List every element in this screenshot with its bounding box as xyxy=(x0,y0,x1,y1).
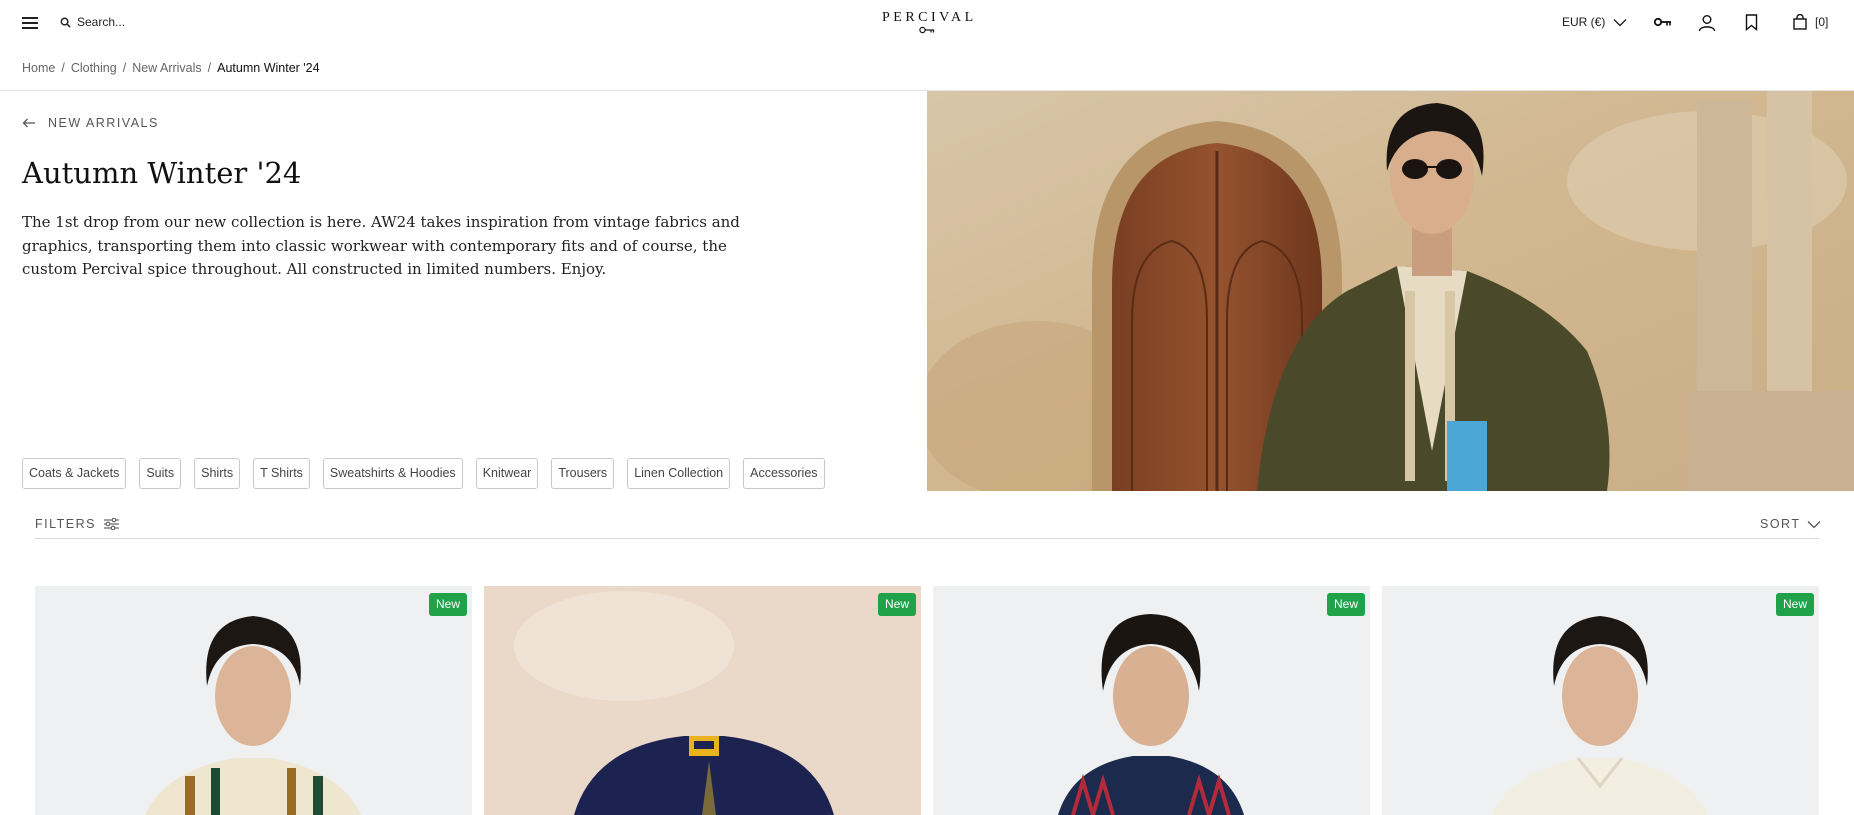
product-card[interactable]: New xyxy=(484,586,921,815)
category-pill-suits[interactable]: Suits xyxy=(139,458,182,489)
category-pill-knitwear[interactable]: Knitwear xyxy=(475,458,539,489)
bag-icon[interactable] xyxy=(1793,14,1807,30)
category-pills: Coats & Jackets Suits Shirts T Shirts Sw… xyxy=(22,458,825,489)
chevron-down-icon xyxy=(1613,18,1627,26)
category-pill-coats-jackets[interactable]: Coats & Jackets xyxy=(22,458,127,489)
sliders-icon xyxy=(103,518,119,530)
key-icon[interactable] xyxy=(1654,17,1672,27)
new-badge: New xyxy=(428,593,467,616)
category-pill-trousers[interactable]: Trousers xyxy=(551,458,615,489)
chevron-down-icon xyxy=(1807,520,1820,528)
product-image xyxy=(1382,586,1819,815)
category-pill-t-shirts[interactable]: T Shirts xyxy=(253,458,310,489)
filters-button[interactable]: FILTERS xyxy=(35,517,119,531)
category-pill-shirts[interactable]: Shirts xyxy=(194,458,241,489)
breadcrumb-clothing[interactable]: Clothing xyxy=(71,61,117,75)
breadcrumb-current: Autumn Winter '24 xyxy=(217,61,320,75)
back-link-label: NEW ARRIVALS xyxy=(48,116,159,130)
logo-text: PERCIVAL xyxy=(882,10,977,25)
bag-count[interactable]: [0] xyxy=(1815,15,1828,29)
breadcrumb-separator: / xyxy=(122,61,127,75)
search-field[interactable]: Search... xyxy=(60,15,125,29)
breadcrumb-separator: / xyxy=(61,61,65,75)
new-badge: New xyxy=(877,593,916,616)
product-card[interactable]: New xyxy=(1382,586,1819,815)
new-badge: New xyxy=(1326,593,1365,616)
new-badge: New xyxy=(1775,593,1814,616)
category-pill-sweatshirts-hoodies[interactable]: Sweatshirts & Hoodies xyxy=(322,458,463,489)
sort-label: SORT xyxy=(1760,517,1801,531)
logo-key-icon xyxy=(919,26,935,34)
category-pill-linen-collection[interactable]: Linen Collection xyxy=(627,458,731,489)
site-header: Search... PERCIVAL EUR (€) [0] xyxy=(0,0,1854,46)
menu-icon[interactable] xyxy=(22,17,38,29)
hero-image xyxy=(927,91,1854,491)
account-icon[interactable] xyxy=(1698,14,1716,32)
back-to-new-arrivals-link[interactable]: NEW ARRIVALS xyxy=(22,116,159,130)
product-card[interactable]: New xyxy=(933,586,1370,815)
brand-logo[interactable]: PERCIVAL xyxy=(882,10,977,34)
breadcrumb-home[interactable]: Home xyxy=(22,61,55,75)
currency-label: EUR (€) xyxy=(1562,15,1606,29)
product-card[interactable]: New xyxy=(35,586,472,815)
sort-button[interactable]: SORT xyxy=(1760,517,1821,531)
collection-description: The 1st drop from our new collection is … xyxy=(22,213,740,278)
search-icon xyxy=(60,17,71,28)
product-image xyxy=(35,586,472,815)
product-image xyxy=(933,586,1370,815)
bookmark-icon[interactable] xyxy=(1745,14,1758,31)
page-title: Autumn Winter '24 xyxy=(22,156,302,190)
search-placeholder: Search... xyxy=(77,15,126,29)
breadcrumb: Home / Clothing / New Arrivals / Autumn … xyxy=(22,61,320,75)
currency-selector[interactable]: EUR (€) xyxy=(1562,15,1627,29)
filters-label: FILTERS xyxy=(35,517,96,531)
breadcrumb-new-arrivals[interactable]: New Arrivals xyxy=(132,61,201,75)
product-image xyxy=(484,586,921,815)
filter-divider xyxy=(35,538,1819,539)
category-pill-accessories[interactable]: Accessories xyxy=(743,458,825,489)
breadcrumb-separator: / xyxy=(207,61,212,75)
arrow-left-icon xyxy=(22,118,35,128)
